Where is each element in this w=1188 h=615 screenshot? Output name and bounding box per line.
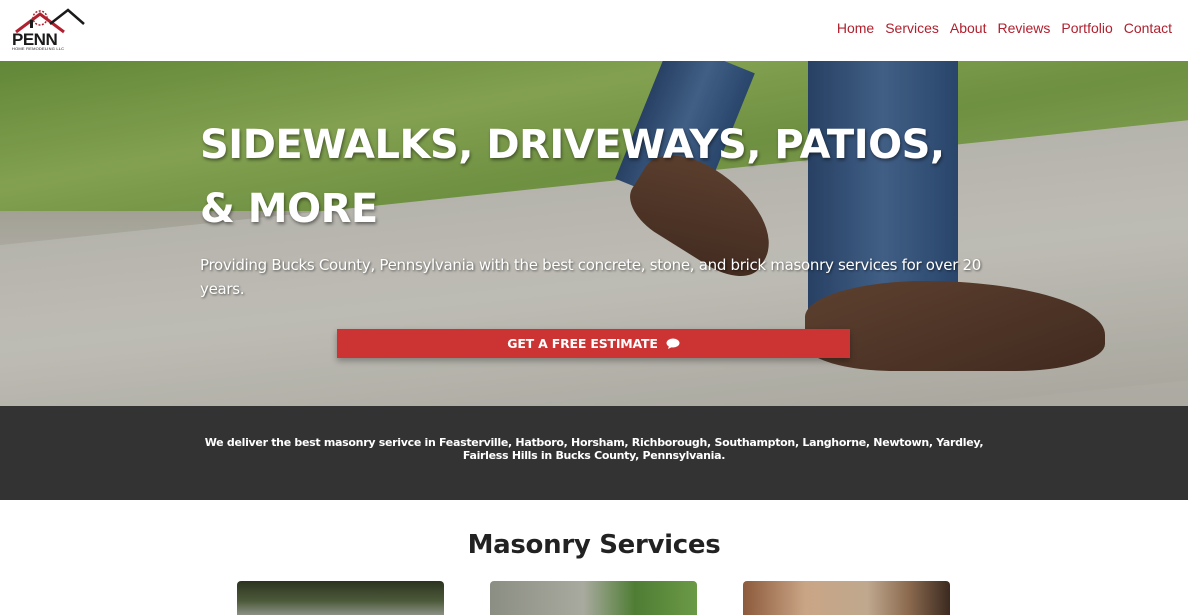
nav-contact[interactable]: Contact: [1124, 20, 1172, 36]
nav-portfolio[interactable]: Portfolio: [1061, 20, 1112, 36]
main-nav: Home Services About Reviews Portfolio Co…: [837, 20, 1172, 36]
free-estimate-button[interactable]: GET A FREE ESTIMATE: [337, 329, 850, 358]
hero-subtitle: Providing Bucks County, Pennsylvania wit…: [200, 256, 982, 298]
site-header: PENN HOME REMODELING LLC Home Services A…: [0, 0, 1188, 61]
services-heading: Masonry Services: [467, 530, 721, 560]
speech-bubble-icon: [666, 338, 680, 349]
free-estimate-label: GET A FREE ESTIMATE: [507, 336, 658, 351]
hero-section: SIDEWALKS, DRIVEWAYS, PATIOS, & MORE Pro…: [0, 61, 1188, 406]
nav-about[interactable]: About: [950, 20, 987, 36]
logo[interactable]: PENN HOME REMODELING LLC: [10, 6, 86, 52]
logo-subtext: HOME REMODELING LLC: [12, 46, 65, 51]
service-area-text: We deliver the best masonry serivce in F…: [204, 436, 984, 462]
service-card-image[interactable]: [237, 581, 444, 615]
hero-title: SIDEWALKS, DRIVEWAYS, PATIOS, & MORE: [200, 122, 945, 232]
nav-services[interactable]: Services: [885, 20, 939, 36]
nav-home[interactable]: Home: [837, 20, 874, 36]
service-area-band: We deliver the best masonry serivce in F…: [0, 406, 1188, 500]
nav-reviews[interactable]: Reviews: [997, 20, 1050, 36]
service-card-image[interactable]: [490, 581, 697, 615]
service-card-image[interactable]: [743, 581, 950, 615]
